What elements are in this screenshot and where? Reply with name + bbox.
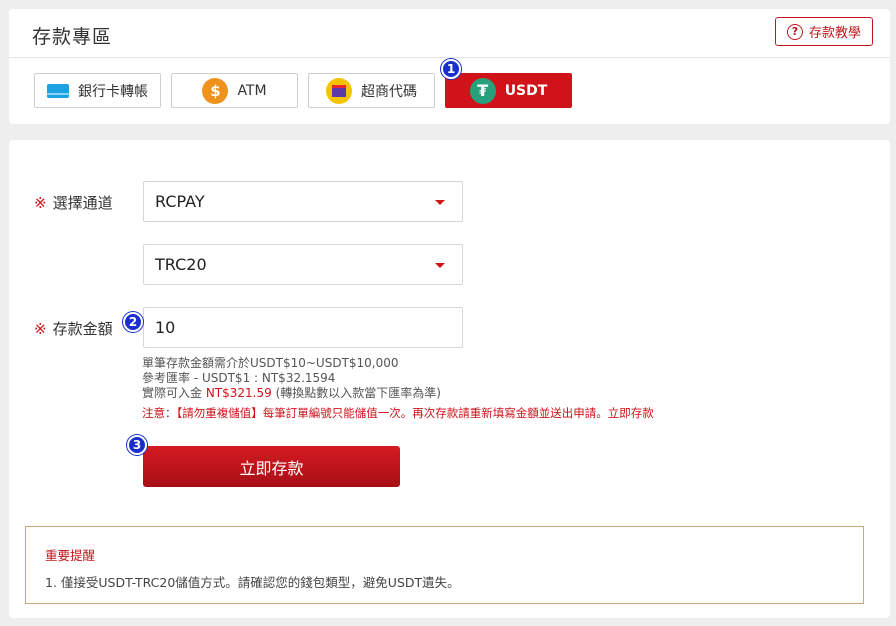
deposit-form-card: ※ 選擇通道 RCPAY TRC20 ※ 存款金額 10 2 單筆存款金額需介於US…	[9, 140, 890, 618]
tether-icon: ₮	[469, 77, 496, 104]
tab-label: ATM	[237, 82, 267, 99]
required-mark: ※	[34, 194, 47, 212]
actual-amount-hint: 實際可入金 NT$321.59 (轉換點數以入款當下匯率為準)	[142, 384, 441, 401]
tab-atm[interactable]: $ ATM	[171, 73, 298, 108]
actual-amount-value: NT$321.59	[205, 386, 272, 400]
question-icon: ?	[786, 23, 803, 40]
tab-bank-transfer[interactable]: 銀行卡轉帳	[34, 73, 161, 108]
deposit-header-card: 存款專區 ? 存款教學 銀行卡轉帳 $ ATM 超商代碼 ₮ USDT 1	[9, 9, 890, 124]
channel-select[interactable]: RCPAY	[143, 181, 463, 222]
duplicate-warning: 注意：【請勿重複儲值】每筆訂單編號只能儲值一次。再次存款請重新填寫金額並送出申請…	[142, 406, 654, 420]
notice-item: 1. 僅接受USDT-TRC20儲值方式。請確認您的錢包類型，避免USDT遺失。	[45, 575, 460, 590]
required-mark: ※	[34, 320, 47, 338]
page-title: 存款專區	[32, 26, 113, 48]
step-badge-2: 2	[123, 312, 143, 332]
amount-input-value: 10	[155, 318, 176, 337]
tab-convenience-store[interactable]: 超商代碼	[308, 73, 435, 108]
tab-label: USDT	[504, 82, 548, 99]
deposit-tutorial-button[interactable]: ? 存款教學	[775, 17, 873, 46]
tab-label: 銀行卡轉帳	[78, 83, 148, 100]
network-select-value: TRC20	[155, 255, 207, 274]
actual-amount-prefix: 實際可入金	[142, 386, 206, 400]
coin-icon: $	[202, 77, 229, 104]
bank-card-icon	[47, 83, 69, 98]
important-notice: 重要提醒 1. 僅接受USDT-TRC20儲值方式。請確認您的錢包類型，避免US…	[25, 526, 864, 604]
amount-label: ※ 存款金額	[34, 318, 113, 339]
deposit-now-button[interactable]: 立即存款	[143, 446, 400, 487]
deposit-tutorial-label: 存款教學	[808, 26, 861, 41]
header-divider	[9, 57, 890, 58]
step-badge-1: 1	[441, 59, 461, 79]
channel-select-value: RCPAY	[155, 192, 205, 211]
chevron-down-icon	[435, 263, 445, 268]
channel-label: ※ 選擇通道	[34, 192, 113, 213]
tab-label: 超商代碼	[361, 83, 417, 100]
chevron-down-icon	[435, 200, 445, 205]
notice-title: 重要提醒	[45, 548, 96, 563]
store-icon	[326, 77, 352, 104]
network-select[interactable]: TRC20	[143, 244, 463, 285]
amount-input[interactable]: 10	[143, 307, 463, 348]
channel-label-text: 選擇通道	[52, 194, 113, 212]
amount-label-text: 存款金額	[52, 320, 113, 338]
tab-usdt[interactable]: ₮ USDT	[445, 73, 572, 108]
step-badge-3: 3	[127, 435, 147, 455]
actual-amount-suffix: (轉換點數以入款當下匯率為準)	[271, 386, 441, 400]
